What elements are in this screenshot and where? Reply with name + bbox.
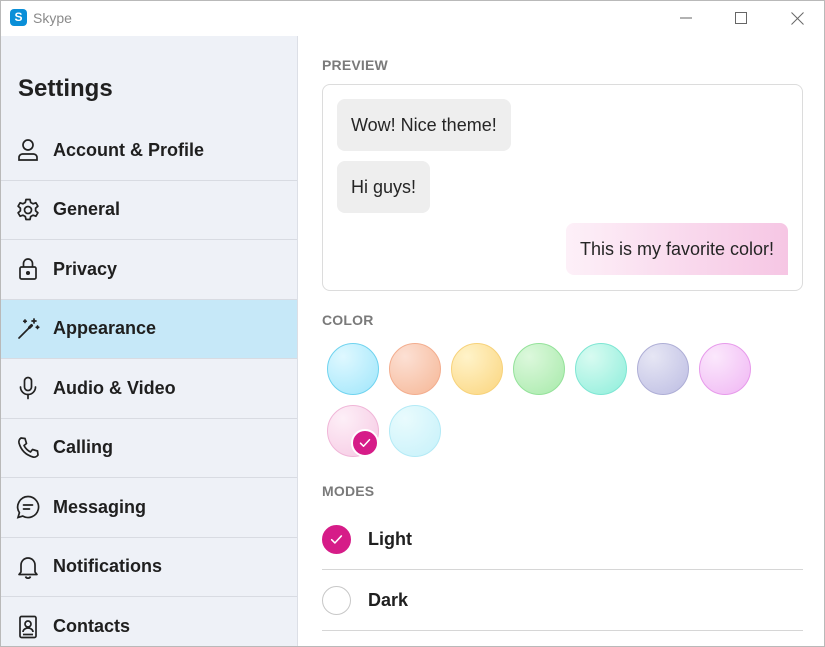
radio-unchecked-icon[interactable] bbox=[322, 586, 351, 615]
close-icon bbox=[790, 11, 804, 25]
bell-icon bbox=[18, 556, 38, 579]
minimize-icon bbox=[680, 17, 692, 19]
sidebar-item-appearance[interactable]: Appearance bbox=[1, 299, 297, 359]
color-swatch[interactable] bbox=[513, 343, 565, 395]
sidebar-item-label: Appearance bbox=[53, 318, 157, 339]
minimize-button[interactable] bbox=[658, 1, 714, 35]
phone-icon bbox=[18, 436, 39, 458]
settings-sidebar: Settings Account & Profile General Priva… bbox=[1, 36, 298, 646]
microphone-icon bbox=[19, 376, 37, 400]
sidebar-item-audio-video[interactable]: Audio & Video bbox=[1, 359, 297, 419]
mode-label: Dark bbox=[368, 590, 409, 610]
modes-section-label: MODES bbox=[322, 483, 375, 499]
sidebar-item-label: Messaging bbox=[53, 496, 147, 517]
maximize-icon bbox=[735, 12, 747, 24]
color-swatch[interactable] bbox=[389, 405, 441, 457]
sidebar-item-notifications[interactable]: Notifications bbox=[1, 538, 297, 597]
chat-icon bbox=[16, 495, 40, 519]
sidebar-item-general[interactable]: General bbox=[1, 181, 297, 240]
sidebar-item-calling[interactable]: Calling bbox=[1, 419, 297, 478]
selected-check-icon bbox=[351, 429, 379, 457]
sidebar-item-label: Notifications bbox=[53, 556, 163, 577]
color-swatch[interactable] bbox=[575, 343, 627, 395]
sidebar-item-label: Audio & Video bbox=[53, 377, 176, 398]
color-swatch[interactable] bbox=[327, 343, 379, 395]
outgoing-message-bubble: This is my favorite color! bbox=[565, 223, 788, 275]
appearance-panel: PREVIEW Wow! Nice theme! Hi guys! This i… bbox=[299, 36, 824, 646]
color-swatch[interactable] bbox=[389, 343, 441, 395]
incoming-message-bubble: Wow! Nice theme! bbox=[337, 99, 511, 151]
sidebar-item-label: Calling bbox=[53, 437, 114, 458]
person-icon bbox=[18, 139, 38, 162]
lock-icon bbox=[19, 258, 37, 281]
incoming-message-bubble: Hi guys! bbox=[337, 161, 431, 213]
sidebar-item-label: Account & Profile bbox=[53, 139, 205, 160]
magic-wand-icon bbox=[18, 317, 40, 339]
settings-nav: Account & Profile General Privacy Appear… bbox=[1, 121, 297, 646]
mode-option-dark[interactable]: Dark bbox=[322, 570, 803, 631]
settings-title: Settings bbox=[18, 75, 113, 102]
mode-label: Light bbox=[368, 529, 412, 549]
title-bar: S Skype bbox=[1, 1, 824, 36]
sidebar-item-privacy[interactable]: Privacy bbox=[1, 240, 297, 300]
color-swatch[interactable] bbox=[637, 343, 689, 395]
color-swatch[interactable] bbox=[327, 405, 379, 457]
radio-checked-icon[interactable] bbox=[322, 525, 351, 554]
preview-section-label: PREVIEW bbox=[322, 57, 388, 73]
skype-window: S Skype Settings Account & Profile Gener… bbox=[0, 0, 825, 647]
mode-option-light[interactable]: Light bbox=[322, 509, 803, 570]
contacts-icon bbox=[19, 615, 37, 639]
sidebar-item-label: General bbox=[53, 199, 121, 220]
color-swatch[interactable] bbox=[699, 343, 751, 395]
skype-logo-icon: S bbox=[10, 9, 27, 26]
color-swatch[interactable] bbox=[451, 343, 503, 395]
gear-icon bbox=[17, 198, 39, 221]
window-title: Skype bbox=[33, 10, 72, 26]
sidebar-item-label: Contacts bbox=[53, 616, 131, 637]
sidebar-item-messaging[interactable]: Messaging bbox=[1, 478, 297, 538]
sidebar-item-account-profile[interactable]: Account & Profile bbox=[1, 121, 297, 181]
sidebar-item-contacts[interactable]: Contacts bbox=[1, 597, 297, 646]
theme-preview: Wow! Nice theme! Hi guys! This is my fav… bbox=[322, 84, 803, 291]
color-section-label: COLOR bbox=[322, 312, 374, 328]
sidebar-item-label: Privacy bbox=[53, 258, 118, 279]
close-button[interactable] bbox=[769, 1, 824, 35]
maximize-button[interactable] bbox=[713, 1, 769, 35]
